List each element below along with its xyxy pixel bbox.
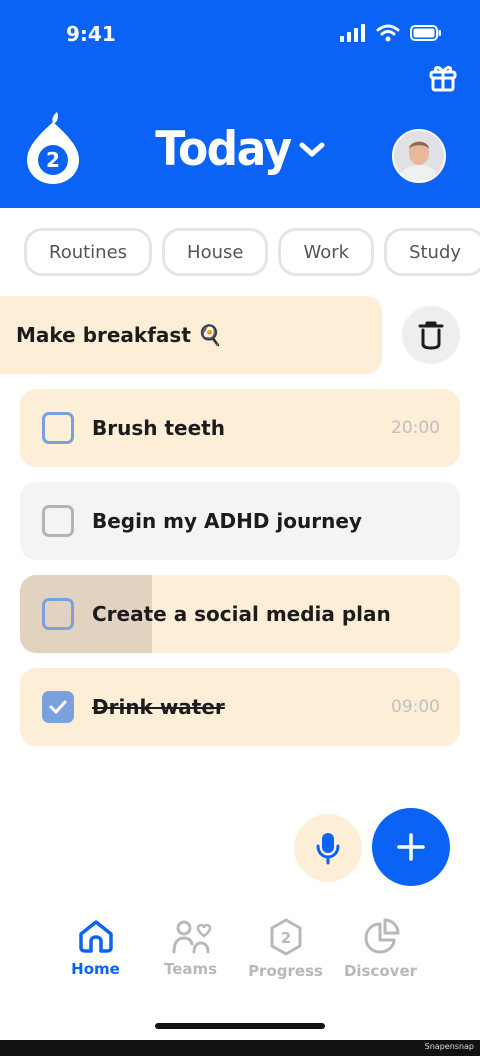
- chip-routines[interactable]: Routines: [24, 228, 153, 276]
- voice-input-button[interactable]: [294, 814, 362, 882]
- nav-label: Discover: [343, 962, 418, 980]
- task-label: Create a social media plan: [92, 602, 391, 626]
- status-icons: [340, 24, 442, 42]
- battery-icon: [410, 25, 441, 41]
- swiped-task-row[interactable]: Make breakfast 🍳: [0, 296, 382, 374]
- task-checkbox-checked[interactable]: [42, 691, 74, 723]
- progress-icon: 2: [270, 918, 301, 956]
- nav-label: Home: [71, 960, 120, 978]
- wifi-icon: [376, 24, 400, 42]
- nav-label: Progress: [248, 962, 323, 980]
- progress-number: 2: [280, 929, 290, 947]
- task-time: 09:00: [391, 697, 440, 717]
- swiped-task-label: Make breakfast 🍳: [16, 323, 223, 347]
- avatar[interactable]: [392, 129, 446, 183]
- watermark: Snapensnap: [424, 1042, 474, 1051]
- nav-item-progress[interactable]: 2 Progress: [238, 918, 333, 980]
- chip-work[interactable]: Work: [278, 228, 375, 276]
- discover-icon: [364, 918, 399, 954]
- nav-item-home[interactable]: Home: [48, 918, 143, 980]
- task-row[interactable]: Begin my ADHD journey: [20, 482, 460, 560]
- nav-item-teams[interactable]: Teams: [143, 918, 238, 980]
- nav-label: Teams: [163, 960, 218, 978]
- bottom-bar: [0, 1040, 480, 1056]
- nav-item-discover[interactable]: Discover: [333, 918, 428, 980]
- task-row[interactable]: Create a social media plan: [20, 575, 460, 653]
- gift-icon[interactable]: [428, 62, 458, 96]
- task-time: 20:00: [391, 418, 440, 438]
- category-chips: Routines House Work Study: [24, 228, 480, 276]
- task-row[interactable]: Brush teeth 20:00: [20, 389, 460, 467]
- chip-study[interactable]: Study: [384, 228, 480, 276]
- task-checkbox[interactable]: [42, 598, 74, 630]
- status-time: 9:41: [66, 22, 116, 46]
- chip-house[interactable]: House: [162, 228, 269, 276]
- plus-icon: [397, 833, 425, 861]
- home-indicator: [155, 1023, 325, 1029]
- delete-button[interactable]: [402, 306, 460, 364]
- microphone-icon: [316, 833, 340, 865]
- signal-icon: [340, 24, 365, 42]
- task-row[interactable]: Drink water 09:00: [20, 668, 460, 746]
- task-label: Drink water: [92, 695, 225, 719]
- task-checkbox[interactable]: [42, 412, 74, 444]
- task-checkbox[interactable]: [42, 505, 74, 537]
- add-task-button[interactable]: [372, 808, 450, 886]
- teams-icon: [172, 920, 211, 954]
- header: 9:41 2 Today: [0, 0, 480, 208]
- checkmark-icon: [49, 700, 67, 714]
- page-title: Today: [155, 121, 292, 178]
- trash-icon: [418, 321, 444, 350]
- bottom-nav: Home Teams 2 Progress Discover: [48, 918, 428, 980]
- chevron-down-icon: [299, 142, 325, 156]
- home-icon: [78, 920, 113, 953]
- task-label: Begin my ADHD journey: [92, 509, 362, 533]
- task-label: Brush teeth: [92, 416, 225, 440]
